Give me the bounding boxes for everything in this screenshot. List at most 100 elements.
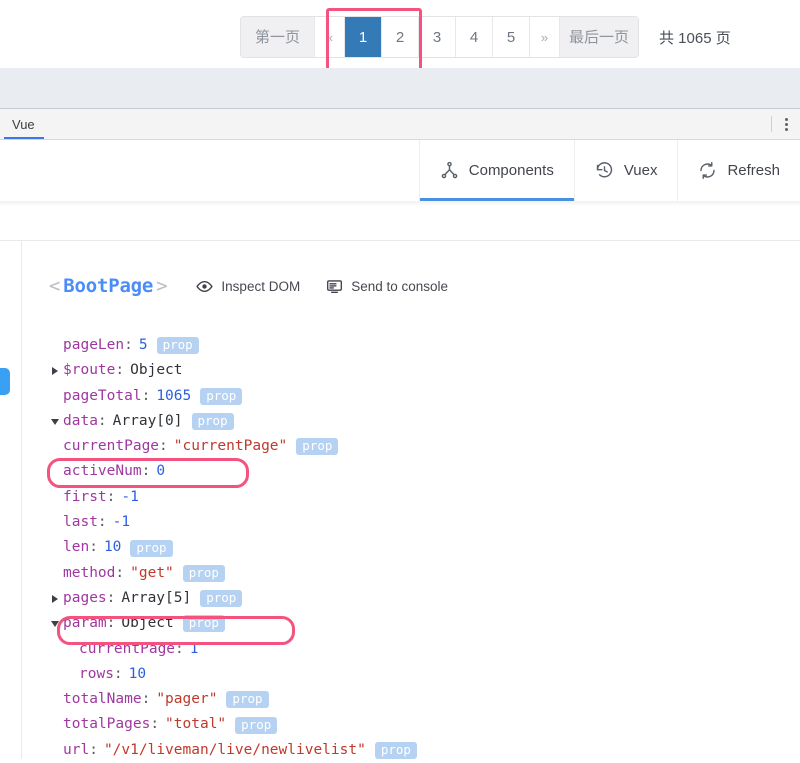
property-separator: : xyxy=(89,539,98,556)
property-key: method xyxy=(63,564,116,581)
property-row[interactable]: last: -1 xyxy=(46,510,794,535)
property-row[interactable]: currentPage: "currentPage" prop xyxy=(46,434,794,459)
property-separator: : xyxy=(113,665,123,682)
property-row[interactable]: first: -1 xyxy=(46,485,794,510)
component-inspector: < BootPage > Inspect DOM Send to console… xyxy=(21,241,800,759)
vue-nav-label: Refresh xyxy=(727,162,780,179)
component-tree-rail xyxy=(0,241,21,759)
property-key: url xyxy=(63,741,90,758)
chevron-right-icon[interactable] xyxy=(46,594,63,603)
vue-devtools-nav: Components Vuex Refresh xyxy=(0,140,800,201)
prop-badge: prop xyxy=(182,615,225,633)
property-row[interactable]: currentPage:1 xyxy=(46,637,794,662)
property-key: $route xyxy=(63,362,116,379)
property-row[interactable]: pages: Array[5] prop xyxy=(46,586,794,611)
property-row[interactable]: param: Object prop xyxy=(46,611,794,636)
prop-badge: prop xyxy=(182,564,225,582)
property-key: data xyxy=(63,412,98,429)
pagination-page-3[interactable]: 3 xyxy=(419,17,456,57)
property-separator: : xyxy=(106,589,116,606)
pagination-prev-button[interactable]: « xyxy=(315,17,345,57)
host-page-band xyxy=(0,68,800,109)
property-value[interactable]: "/v1/liveman/live/newlivelist" xyxy=(104,738,366,763)
pagination-page-5[interactable]: 5 xyxy=(493,17,530,57)
open-angle-bracket: < xyxy=(49,275,61,297)
property-key: pageTotal xyxy=(63,387,142,404)
property-separator: : xyxy=(89,741,98,758)
prop-badge: prop xyxy=(226,691,269,709)
property-key: activeNum xyxy=(63,463,142,480)
property-value[interactable]: "currentPage" xyxy=(174,434,288,459)
pagination-total-label: 共 1065 页 xyxy=(659,29,731,47)
pagination-page-1[interactable]: 1 xyxy=(345,17,382,57)
property-separator: : xyxy=(115,564,125,581)
chevron-right-icon[interactable] xyxy=(46,366,63,375)
property-key: param xyxy=(63,615,107,632)
property-row[interactable]: method: "get" prop xyxy=(46,561,794,586)
property-value[interactable]: "total" xyxy=(165,712,226,737)
property-value[interactable]: 0 xyxy=(156,459,165,484)
property-value[interactable]: "pager" xyxy=(156,687,217,712)
inspector-header: < BootPage > Inspect DOM Send to console xyxy=(46,275,448,297)
property-value[interactable]: 10 xyxy=(129,662,146,687)
property-row[interactable]: pageLen:5 prop xyxy=(46,333,794,358)
property-row[interactable]: data: Array[0] prop xyxy=(46,409,794,434)
pagination-page-4[interactable]: 4 xyxy=(456,17,493,57)
property-separator: : xyxy=(124,337,133,353)
refresh-icon xyxy=(698,161,717,180)
selected-component-marker[interactable] xyxy=(0,368,10,395)
send-to-console-button[interactable]: Send to console xyxy=(326,278,448,295)
chevron-down-icon[interactable] xyxy=(46,418,63,425)
property-row[interactable]: totalName: "pager" prop xyxy=(46,687,794,712)
inspect-dom-button[interactable]: Inspect DOM xyxy=(196,278,300,295)
property-value[interactable]: -1 xyxy=(121,485,138,510)
property-value[interactable]: "get" xyxy=(130,561,174,586)
chevron-down-icon[interactable] xyxy=(46,620,63,627)
property-value[interactable]: 1 xyxy=(190,637,199,662)
vue-nav-shadow xyxy=(0,201,800,206)
vue-nav-item-refresh[interactable]: Refresh xyxy=(677,140,800,201)
devtools-tabbar: Vue xyxy=(0,109,800,140)
property-value[interactable]: -1 xyxy=(113,510,130,535)
vue-nav-item-vuex[interactable]: Vuex xyxy=(573,140,678,201)
pagination-page-2[interactable]: 2 xyxy=(382,17,419,57)
property-value[interactable]: 5 xyxy=(139,333,148,358)
devtools-tab-vue[interactable]: Vue xyxy=(0,109,48,139)
property-key: first xyxy=(63,488,107,505)
prop-badge: prop xyxy=(296,438,339,456)
property-key: rows xyxy=(79,665,114,682)
property-separator: : xyxy=(115,362,125,379)
property-row[interactable]: rows:10 xyxy=(46,662,794,687)
pagination-last-page-button[interactable]: 最后一页 xyxy=(560,17,639,57)
vue-nav-label: Vuex xyxy=(623,162,658,179)
property-separator: : xyxy=(159,438,168,455)
prop-badge: prop xyxy=(130,539,173,557)
property-value[interactable]: Object xyxy=(121,611,173,636)
property-value[interactable]: Array[0] xyxy=(113,409,183,434)
property-value[interactable]: Object xyxy=(130,358,182,383)
property-row[interactable]: url: "/v1/liveman/live/newlivelist" prop xyxy=(46,738,794,763)
pagination: 第一页 « 1 2 3 4 5 » 最后一页 共 1065 页 xyxy=(240,16,731,58)
property-value[interactable]: 1065 xyxy=(156,384,191,409)
close-angle-bracket: > xyxy=(156,275,168,297)
property-row[interactable]: totalPages: "total" prop xyxy=(46,712,794,737)
property-value[interactable]: 10 xyxy=(104,535,121,560)
prop-badge: prop xyxy=(200,590,243,608)
pagination-next-button[interactable]: » xyxy=(530,17,560,57)
property-row[interactable]: len:10 prop xyxy=(46,535,794,560)
property-separator: : xyxy=(141,387,151,404)
property-row[interactable]: $route: Object xyxy=(46,358,794,383)
prop-badge: prop xyxy=(374,741,417,759)
property-key: currentPage xyxy=(63,438,160,455)
property-tree: pageLen:5 prop $route: Object pageTotal:1065… xyxy=(46,333,794,763)
more-vertical-icon[interactable] xyxy=(772,109,800,139)
history-clock-icon xyxy=(595,161,614,180)
property-value[interactable]: Array[5] xyxy=(121,586,191,611)
property-separator: : xyxy=(97,514,107,531)
property-row[interactable]: activeNum:0 xyxy=(46,459,794,484)
vue-nav-label: Components xyxy=(468,162,554,179)
vue-nav-item-components[interactable]: Components xyxy=(418,140,574,201)
devtools-tab-label: Vue xyxy=(12,116,35,132)
property-row[interactable]: pageTotal:1065 prop xyxy=(46,384,794,409)
pagination-first-page-button[interactable]: 第一页 xyxy=(241,17,315,57)
